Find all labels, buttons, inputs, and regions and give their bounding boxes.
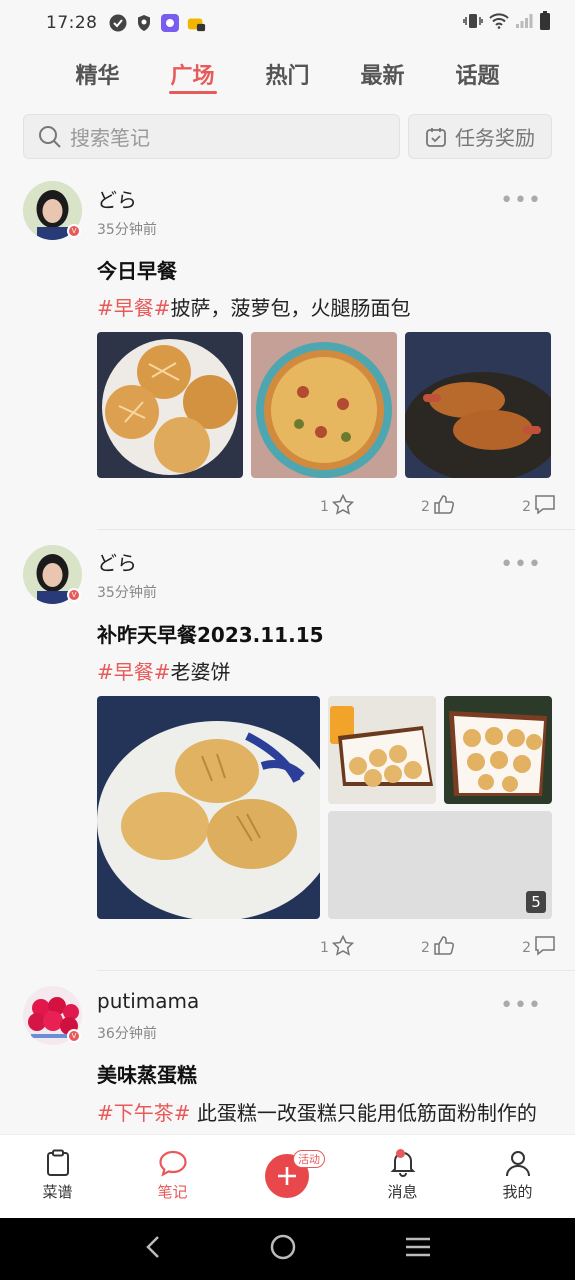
favorite-stat[interactable]: 1 <box>320 935 354 956</box>
battery-icon <box>539 10 551 36</box>
post-username[interactable]: どら <box>97 184 137 213</box>
nav-notes[interactable]: 笔记 <box>115 1135 230 1218</box>
tab-hot[interactable]: 热门 <box>240 52 335 98</box>
comment-stat[interactable]: 2 <box>522 494 556 515</box>
nav-recipes-label: 菜谱 <box>42 1183 73 1201</box>
nav-messages[interactable]: 消息 <box>345 1135 460 1218</box>
tab-topics[interactable]: 话题 <box>430 52 525 98</box>
signal-icon <box>515 13 533 34</box>
tab-latest[interactable]: 最新 <box>335 52 430 98</box>
search-placeholder: 搜索笔记 <box>70 126 150 150</box>
user-icon <box>505 1151 530 1177</box>
post-image[interactable]: 5 <box>328 811 552 919</box>
like-count: 2 <box>421 940 430 956</box>
search-input[interactable]: 搜索笔记 <box>23 114 400 159</box>
post-text[interactable]: #早餐#披萨，菠萝包，火腿肠面包 <box>97 292 411 321</box>
post-username[interactable]: putimama <box>97 989 199 1013</box>
status-right <box>463 10 551 36</box>
comment-stat[interactable]: 2 <box>522 935 556 956</box>
star-icon <box>331 935 354 956</box>
vibrate-icon <box>463 12 483 35</box>
recents-icon[interactable] <box>404 1236 432 1262</box>
comment-icon <box>535 495 555 515</box>
game-icon <box>186 13 206 33</box>
back-icon[interactable] <box>143 1234 163 1264</box>
tab-featured[interactable]: 精华 <box>50 52 145 98</box>
post-image[interactable] <box>97 696 320 919</box>
post-time: 35分钟前 <box>97 222 157 238</box>
star-icon <box>331 494 354 515</box>
post-title[interactable]: 今日早餐 <box>97 255 177 284</box>
thumbs-up-icon <box>434 495 454 514</box>
notification-dot <box>396 1149 405 1158</box>
post-stats: 1 2 2 <box>320 935 556 956</box>
clipboard-icon <box>46 1149 69 1176</box>
like-count: 2 <box>421 499 430 515</box>
favorite-stat[interactable]: 1 <box>320 494 354 515</box>
status-bar: 17:28 <box>0 0 575 46</box>
post-image[interactable] <box>405 332 551 478</box>
post-image[interactable] <box>251 332 397 478</box>
verified-badge: V <box>67 224 81 238</box>
tab-square[interactable]: 广场 <box>145 52 240 98</box>
divider <box>97 529 575 530</box>
post-title[interactable]: 补昨天早餐2023.11.15 <box>97 619 324 648</box>
post-username[interactable]: どら <box>97 547 137 576</box>
thumbs-up-icon <box>434 936 454 955</box>
post-time: 36分钟前 <box>97 1026 157 1042</box>
top-tabs: 精华 广场 热门 最新 话题 <box>0 52 575 98</box>
plus-icon <box>278 1167 296 1185</box>
task-reward-button[interactable]: 任务奖励 <box>408 114 552 159</box>
post-stats: 1 2 2 <box>320 494 556 515</box>
favorite-count: 1 <box>320 499 329 515</box>
post-tag[interactable]: #下午茶# <box>97 1101 191 1125</box>
post-title[interactable]: 美味蒸蛋糕 <box>97 1059 197 1088</box>
verified-badge: V <box>67 1029 81 1043</box>
system-nav-bar <box>0 1218 575 1280</box>
chat-bubble-icon <box>158 1150 187 1177</box>
post-image[interactable] <box>444 696 552 804</box>
post-text[interactable]: #下午茶# 此蛋糕一改蛋糕只能用低筋面粉制作的 <box>97 1097 537 1126</box>
post-tag[interactable]: #早餐# <box>97 296 171 320</box>
post-body: 此蛋糕一改蛋糕只能用低筋面粉制作的 <box>190 1101 537 1125</box>
task-reward-label: 任务奖励 <box>455 126 535 150</box>
search-icon <box>39 125 61 148</box>
verified-badge: V <box>67 588 81 602</box>
more-images-count: 5 <box>526 891 546 913</box>
post-body: 老婆饼 <box>170 660 231 684</box>
nav-mine-label: 我的 <box>502 1183 533 1201</box>
check-icon <box>108 13 128 33</box>
like-stat[interactable]: 2 <box>421 935 455 956</box>
comment-count: 2 <box>522 940 531 956</box>
post-tag[interactable]: #早餐# <box>97 660 171 684</box>
calendar-icon <box>426 127 446 147</box>
comment-count: 2 <box>522 499 531 515</box>
post-image[interactable] <box>97 332 243 478</box>
nav-recipes[interactable]: 菜谱 <box>0 1135 115 1218</box>
like-stat[interactable]: 2 <box>421 494 455 515</box>
activity-badge: 活动 <box>293 1150 325 1168</box>
nav-mine[interactable]: 我的 <box>460 1135 575 1218</box>
nav-messages-label: 消息 <box>387 1183 418 1201</box>
divider <box>97 970 575 971</box>
app-icon <box>160 13 180 33</box>
post-image[interactable] <box>328 696 436 804</box>
post-text[interactable]: #早餐#老婆饼 <box>97 656 231 685</box>
post-body: 披萨，菠萝包，火腿肠面包 <box>170 296 411 320</box>
wifi-icon <box>489 12 509 34</box>
more-icon[interactable]: ••• <box>500 188 542 213</box>
app-root: 17:28 精华 广场 热门 最新 话题 搜索笔记 任务奖励 V どら 35分钟… <box>0 0 575 1280</box>
home-icon[interactable] <box>269 1233 297 1265</box>
comment-icon <box>535 936 555 956</box>
more-icon[interactable]: ••• <box>500 993 542 1018</box>
shield-icon <box>134 13 154 33</box>
favorite-count: 1 <box>320 940 329 956</box>
nav-notes-label: 笔记 <box>157 1183 188 1201</box>
more-icon[interactable]: ••• <box>500 552 542 577</box>
post-time: 35分钟前 <box>97 585 157 601</box>
search-row: 搜索笔记 任务奖励 <box>23 114 552 159</box>
status-time: 17:28 <box>46 13 98 33</box>
